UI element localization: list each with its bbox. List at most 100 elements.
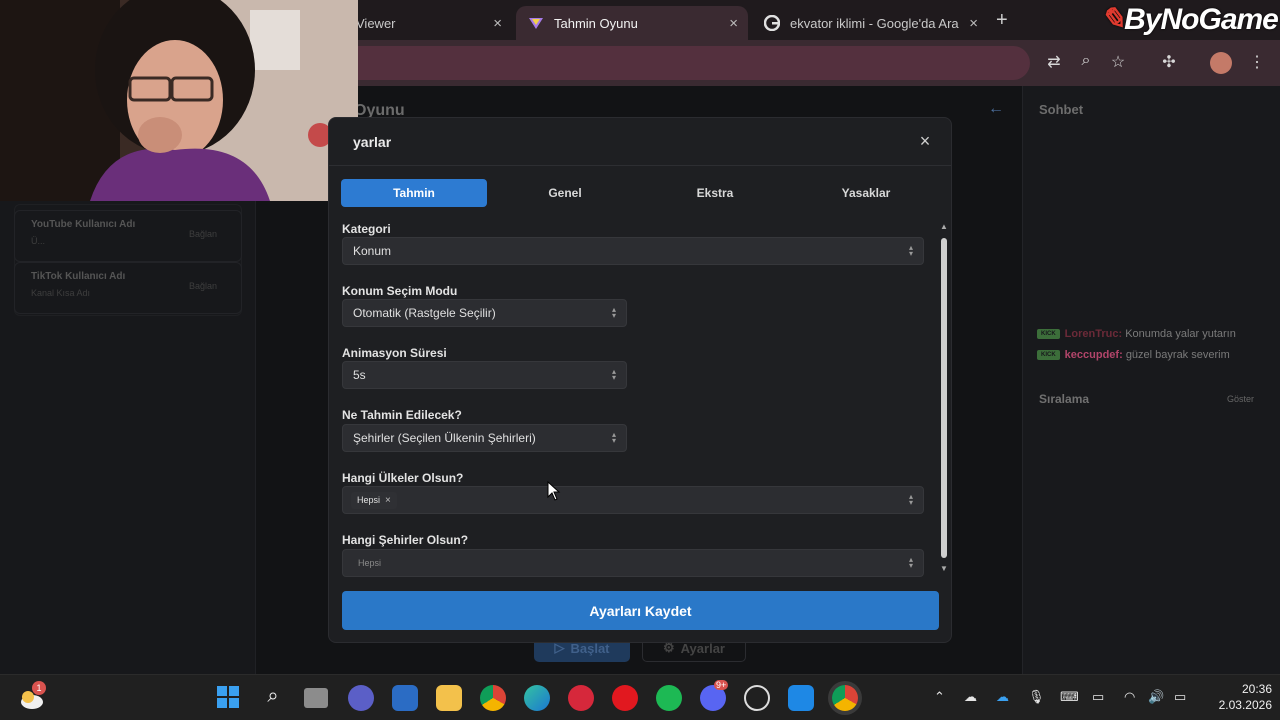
extensions-icon[interactable]: ✣ xyxy=(1158,52,1180,74)
anim-select[interactable]: 5s ▴ ▾ xyxy=(342,361,627,389)
weather-icon[interactable]: 1 xyxy=(18,681,46,711)
form-scrollbar[interactable]: ▲ ▼ xyxy=(939,222,949,578)
start-menu-icon[interactable] xyxy=(216,685,242,711)
guess-label: Ne Tahmin Edilecek? xyxy=(342,408,462,422)
tab-ekstra[interactable]: Ekstra xyxy=(642,179,788,207)
store-icon[interactable] xyxy=(392,685,418,711)
chevron-updown-icon: ▴ ▾ xyxy=(908,243,913,258)
close-tab-icon[interactable]: × xyxy=(969,15,978,32)
youtube-label: YouTube Kullanıcı Adı xyxy=(31,219,136,230)
system-clock[interactable]: 20:36 2.03.2026 xyxy=(1206,681,1272,713)
windows-taskbar: 1 ⌕ 9+ ⌃ ☁ ☁ 🎙 ⌨ ▭ ◠ 🔊 ▭ 20:36 2.03.2026 xyxy=(0,674,1280,720)
google-icon xyxy=(764,15,780,31)
battery-icon[interactable]: ▭ xyxy=(1174,689,1186,705)
chip-label: Hepsi xyxy=(357,495,381,505)
bynogame-logo: ✎ByNoGame xyxy=(1100,3,1279,36)
star-icon[interactable]: ☆ xyxy=(1107,52,1129,74)
menu-icon[interactable]: ⋮ xyxy=(1246,52,1268,74)
chat-text: güzel bayrak severim xyxy=(1125,349,1230,361)
chevron-updown-icon: ▴ ▾ xyxy=(908,555,913,570)
display-icon[interactable]: ▭ xyxy=(1092,689,1104,705)
obs-icon[interactable] xyxy=(744,685,770,711)
settings-tabs: Tahmin Genel Ekstra Yasaklar xyxy=(341,179,941,207)
chat-message: KICK LorenTruc: Konumda yalar yutarın xyxy=(1037,328,1236,340)
cloud-sync-icon[interactable]: ☁ xyxy=(964,689,977,705)
chevron-updown-icon: ▴ ▾ xyxy=(908,492,913,507)
youtube-music-icon[interactable] xyxy=(568,685,594,711)
youtube-connect-button[interactable]: Bağlan xyxy=(189,229,217,239)
profile-avatar[interactable] xyxy=(1210,52,1232,74)
cities-placeholder: Hepsi xyxy=(358,558,382,568)
anim-value: 5s xyxy=(353,368,366,382)
tiktok-value: Kanal Kısa Adı xyxy=(31,288,91,298)
tiktok-connect-button[interactable]: Bağlan xyxy=(189,281,217,291)
keyboard-icon[interactable]: ⌨ xyxy=(1060,689,1079,705)
mode-value: Otomatik (Rastgele Seçilir) xyxy=(353,306,496,320)
cities-multiselect[interactable]: Hepsi ▴ ▾ xyxy=(342,549,924,577)
guess-select[interactable]: Şehirler (Seçilen Ülkenin Şehirleri) ▴ ▾ xyxy=(342,424,627,452)
scroll-up-icon[interactable]: ▲ xyxy=(940,222,948,231)
microphone-icon[interactable]: 🎙 xyxy=(1028,689,1045,705)
wifi-icon[interactable]: ◠ xyxy=(1124,689,1135,705)
back-arrow-icon[interactable]: ← xyxy=(988,100,1004,118)
anim-label: Animasyon Süresi xyxy=(342,346,447,360)
chrome-profile-icon[interactable] xyxy=(832,685,858,711)
ranking-title: Sıralama xyxy=(1039,392,1090,406)
scroll-down-icon[interactable]: ▼ xyxy=(940,564,948,573)
modal-header: yarlar × xyxy=(329,118,951,166)
tiktok-card: TikTok Kullanıcı Adı Kanal Kısa Adı Bağl… xyxy=(14,262,242,314)
chat-username[interactable]: LorenTruc: xyxy=(1065,328,1122,340)
opera-icon[interactable] xyxy=(612,685,638,711)
tab-google-search[interactable]: ekvator iklimi - Google'da Ara × xyxy=(752,6,988,40)
brand-text: ByNoGame xyxy=(1124,3,1279,36)
modal-title: yarlar xyxy=(353,134,392,150)
volume-icon[interactable]: 🔊 xyxy=(1148,689,1164,705)
chevron-updown-icon: ▴ ▾ xyxy=(611,367,616,382)
tab-yasaklar[interactable]: Yasaklar xyxy=(793,179,939,207)
guess-value: Şehirler (Seçilen Ülkenin Şehirleri) xyxy=(353,431,536,445)
close-icon[interactable]: × xyxy=(915,131,935,151)
kategori-select[interactable]: Konum ▴ ▾ xyxy=(342,237,924,265)
zoom-icon[interactable]: ⌕ xyxy=(1075,52,1097,74)
clock-time: 20:36 xyxy=(1241,682,1272,696)
cities-label: Hangi Şehirler Olsun? xyxy=(342,533,469,547)
chat-username[interactable]: keccupdef: xyxy=(1065,349,1123,361)
network-app-icon[interactable] xyxy=(788,685,814,711)
new-tab-button[interactable]: + xyxy=(996,9,1008,32)
webcam-overlay xyxy=(0,0,358,201)
chevron-updown-icon: ▴ ▾ xyxy=(611,305,616,320)
chip-remove-icon[interactable]: × xyxy=(385,495,391,506)
settings-modal: yarlar × Tahmin Genel Ekstra Yasaklar Ka… xyxy=(328,117,952,643)
chat-sidebar: Sohbet KICK LorenTruc: Konumda yalar yuta… xyxy=(1022,86,1280,674)
tab-tahmin[interactable]: Tahmin xyxy=(341,179,487,207)
chrome-icon[interactable] xyxy=(480,685,506,711)
spotify-icon[interactable] xyxy=(656,685,682,711)
chevron-up-icon[interactable]: ⌃ xyxy=(934,689,945,705)
teams-icon[interactable] xyxy=(348,685,374,711)
tab-tahmin-oyunu[interactable]: Tahmin Oyunu × xyxy=(516,6,748,40)
onedrive-icon[interactable]: ☁ xyxy=(996,689,1009,705)
tab-genel[interactable]: Genel xyxy=(492,179,638,207)
chat-title: Sohbet xyxy=(1039,102,1084,117)
mode-select[interactable]: Otomatik (Rastgele Seçilir) ▴ ▾ xyxy=(342,299,627,327)
webcam-image xyxy=(0,0,358,201)
file-explorer-icon[interactable] xyxy=(436,685,462,711)
country-chip: Hepsi × xyxy=(351,491,397,509)
save-settings-button[interactable]: Ayarları Kaydet xyxy=(342,591,939,630)
scrollbar-thumb[interactable] xyxy=(941,238,947,558)
chat-message: KICK keccupdef: güzel bayrak severim xyxy=(1037,349,1230,361)
translate-icon[interactable]: ⇄ xyxy=(1043,52,1065,74)
kick-badge: KICK xyxy=(1037,350,1060,361)
kick-badge: KICK xyxy=(1037,329,1060,340)
close-tab-icon[interactable]: × xyxy=(729,15,738,32)
countries-multiselect[interactable]: Hepsi × ▴ ▾ xyxy=(342,486,924,514)
close-tab-icon[interactable]: × xyxy=(493,15,502,32)
search-icon[interactable]: ⌕ xyxy=(260,685,286,711)
edge-icon[interactable] xyxy=(524,685,550,711)
mouse-cursor-icon xyxy=(547,481,561,501)
tab-title: Tahmin Oyunu xyxy=(554,15,638,31)
tab-viewer[interactable]: Viewer × xyxy=(344,6,512,40)
ranking-show-button[interactable]: Göster xyxy=(1227,394,1254,404)
discord-icon[interactable]: 9+ xyxy=(700,680,729,711)
task-view-icon[interactable] xyxy=(304,688,328,708)
